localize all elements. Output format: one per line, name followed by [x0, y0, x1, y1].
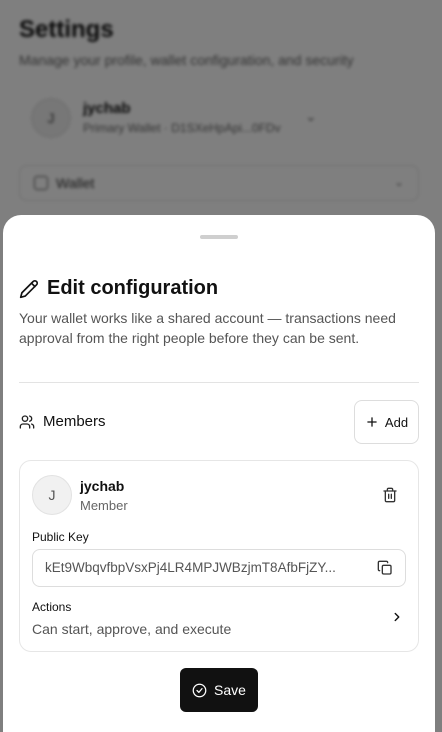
chevron-right-icon[interactable] — [390, 610, 404, 624]
member-name: jychab — [80, 478, 125, 494]
add-member-button[interactable]: Add — [354, 400, 419, 444]
drag-handle[interactable] — [200, 235, 238, 239]
divider — [19, 382, 419, 383]
public-key-label: Public Key — [32, 530, 89, 544]
check-circle-icon — [192, 683, 207, 698]
member-role: Member — [80, 498, 128, 513]
sheet-title: Edit configuration — [47, 277, 219, 299]
members-label: Members — [43, 413, 106, 430]
member-card: J jychab Member Public Key kEt9WbqvfbpVs… — [19, 460, 419, 652]
users-icon — [19, 414, 35, 430]
public-key-field[interactable]: kEt9WbqvfbpVsxPj4LR4MPJWBzjmT8AfbFjZY... — [32, 549, 406, 587]
actions-label: Actions — [32, 600, 72, 614]
sheet-description: Your wallet works like a shared account … — [19, 310, 396, 346]
members-row: Members Add — [19, 400, 419, 444]
pencil-icon — [19, 279, 39, 299]
public-key-value: kEt9WbqvfbpVsxPj4LR4MPJWBzjmT8AfbFjZY... — [45, 560, 336, 575]
avatar: J — [32, 475, 72, 515]
members-heading: Members — [19, 413, 106, 430]
copy-icon[interactable] — [377, 560, 393, 576]
sheet-header: Edit configuration — [19, 277, 218, 300]
trash-icon[interactable] — [382, 487, 398, 503]
add-label: Add — [384, 414, 409, 430]
edit-configuration-sheet: Edit configuration Your wallet works lik… — [3, 215, 435, 732]
save-button[interactable]: Save — [180, 668, 258, 712]
save-label: Save — [214, 682, 246, 698]
actions-value[interactable]: Can start, approve, and execute — [32, 621, 231, 637]
plus-icon — [365, 415, 379, 429]
